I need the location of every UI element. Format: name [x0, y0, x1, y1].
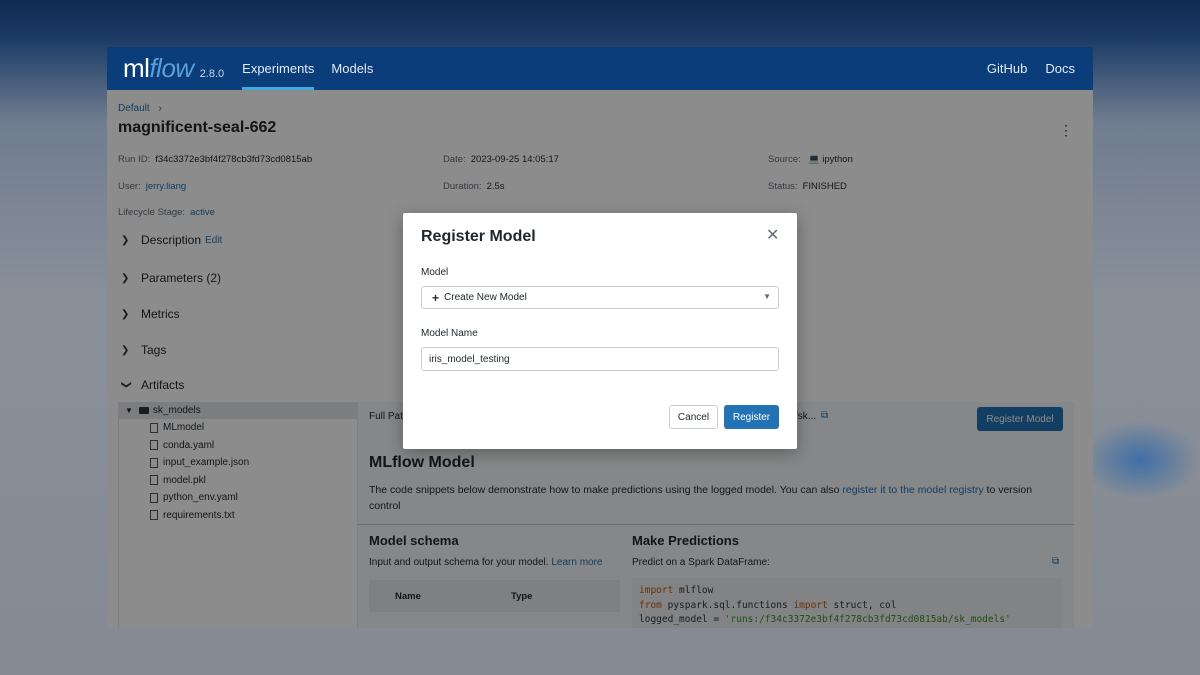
close-icon[interactable]: ✕: [766, 227, 779, 245]
nav-models[interactable]: Models: [331, 47, 373, 90]
model-field-label: Model: [421, 267, 449, 278]
nav-github[interactable]: GitHub: [987, 47, 1027, 90]
mlflow-logo[interactable]: ml flow 2.8.0: [123, 53, 224, 84]
model-select[interactable]: + Create New Model ▼: [421, 286, 779, 309]
version-label: 2.8.0: [199, 68, 225, 80]
register-button[interactable]: Register: [724, 405, 779, 429]
background-blur: [1080, 420, 1200, 500]
model-name-label: Model Name: [421, 328, 478, 339]
model-name-input[interactable]: [421, 347, 779, 371]
nav-experiments[interactable]: Experiments: [242, 47, 315, 90]
plus-icon: +: [432, 290, 440, 305]
register-model-dialog: Register Model ✕ Model + Create New Mode…: [403, 213, 797, 449]
top-nav-bar: ml flow 2.8.0 Experiments Models GitHub …: [107, 47, 1093, 90]
nav-right-group: GitHub Docs: [987, 47, 1093, 90]
dialog-title: Register Model: [421, 228, 536, 245]
model-select-value: Create New Model: [444, 292, 527, 303]
chevron-down-icon: ▼: [763, 292, 771, 301]
nav-docs[interactable]: Docs: [1045, 47, 1075, 90]
cancel-button[interactable]: Cancel: [669, 405, 718, 429]
logo-flow-text: flow: [149, 53, 194, 83]
logo-ml-text: ml: [123, 53, 150, 83]
